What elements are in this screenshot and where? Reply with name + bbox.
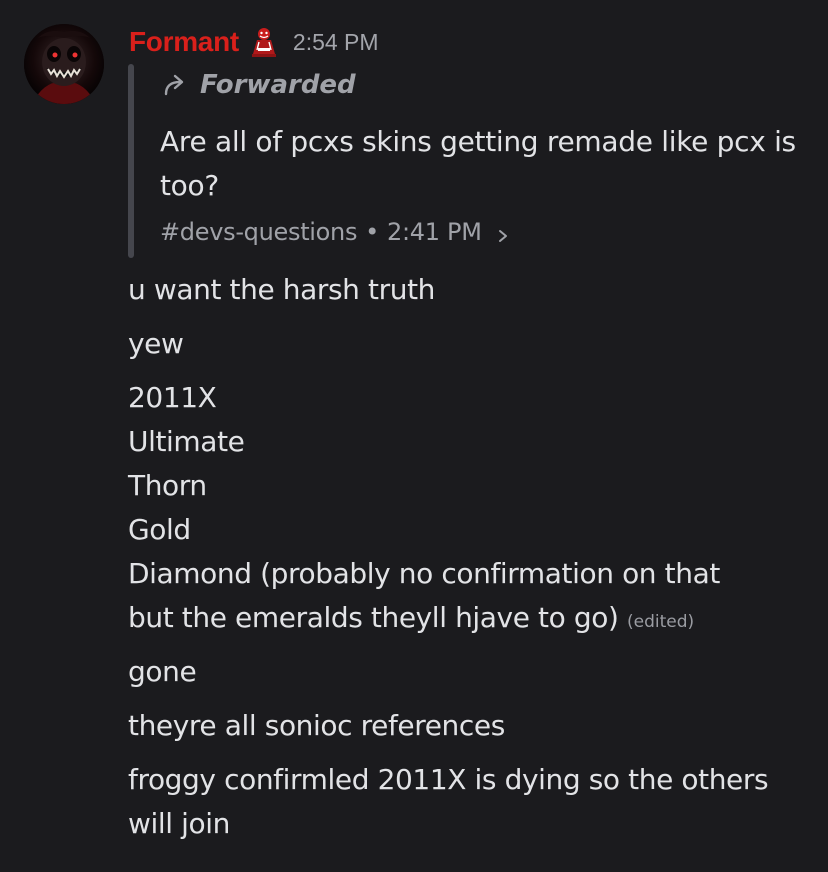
meta-separator: • — [365, 218, 380, 246]
forward-bar — [128, 64, 134, 258]
forwarded-message[interactable]: Forwarded Are all of pcxs skins getting … — [128, 64, 808, 260]
message-line: theyre all sonioc references — [128, 709, 505, 742]
forwarded-time: 2:41 PM — [387, 218, 482, 246]
message-line: Thorn — [128, 469, 207, 502]
username[interactable]: Formant — [129, 26, 239, 58]
message-line: Ultimate — [128, 425, 245, 458]
forwarded-label-text: Forwarded — [200, 70, 356, 100]
forward-arrow-icon — [162, 72, 190, 98]
message-line: will join — [128, 807, 230, 840]
message-line: 2011X — [128, 381, 217, 414]
message-line: but the emeralds theyll hjave to go) (ed… — [128, 596, 694, 644]
message-line: yew — [128, 327, 184, 360]
chevron-right-icon[interactable] — [496, 223, 510, 242]
forwarded-channel[interactable]: #devs-questions — [160, 218, 357, 246]
edited-label: (edited) — [627, 612, 695, 632]
message-line: froggy confirmled 2011X is dying so the … — [128, 763, 769, 796]
message-line: u want the harsh truth — [128, 273, 435, 306]
forwarded-label: Forwarded — [162, 70, 356, 100]
red-creepy-figure-icon[interactable] — [249, 26, 279, 58]
message-line: Diamond (probably no confirmation on tha… — [128, 557, 720, 590]
forwarded-text: Are all of pcxs skins getting remade lik… — [160, 125, 796, 202]
message-line: Gold — [128, 513, 191, 546]
forwarded-meta[interactable]: #devs-questions • 2:41 PM — [160, 218, 510, 246]
message-timestamp: 2:54 PM — [292, 28, 379, 55]
message-header: Formant 2:54 PM — [129, 22, 379, 62]
message-line-text: but the emeralds theyll hjave to go) — [128, 601, 619, 634]
avatar[interactable] — [24, 24, 104, 104]
message-line: gone — [128, 655, 197, 688]
